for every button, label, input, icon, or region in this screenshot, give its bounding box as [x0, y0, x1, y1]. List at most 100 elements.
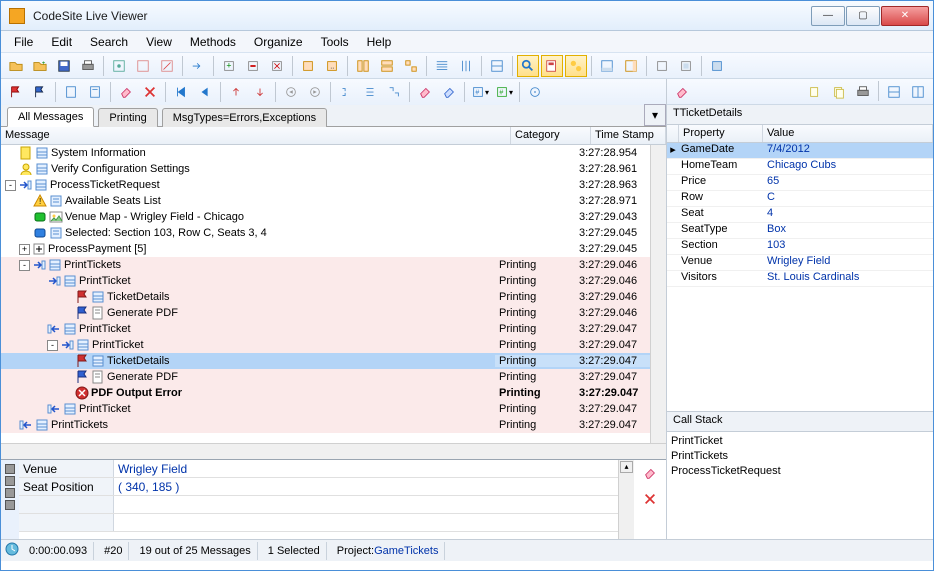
goto-prev-icon[interactable] — [280, 81, 302, 103]
inspector-row[interactable]: HomeTeamChicago Cubs — [667, 159, 933, 175]
delete-icon[interactable] — [266, 55, 288, 77]
tab-msgtypes-errors-exceptions[interactable]: MsgTypes=Errors,Exceptions — [162, 108, 327, 127]
inspector-row[interactable]: ▸GameDate7/4/2012 — [667, 143, 933, 159]
folder-plus-icon[interactable]: + — [29, 55, 51, 77]
menu-edit[interactable]: Edit — [44, 33, 79, 51]
erase-icon[interactable] — [115, 81, 137, 103]
horizontal-scrollbar[interactable] — [1, 443, 666, 459]
message-list[interactable]: System Information3:27:28.954Verify Conf… — [1, 145, 650, 443]
minimize-button[interactable]: — — [811, 6, 845, 26]
step-out-icon[interactable] — [225, 81, 247, 103]
menu-methods[interactable]: Methods — [183, 33, 243, 51]
view-detail-icon[interactable] — [486, 55, 508, 77]
bottom-prop-row[interactable]: VenueWrigley Field — [19, 460, 618, 478]
tools1-icon[interactable] — [651, 55, 673, 77]
target-icon[interactable] — [524, 81, 546, 103]
bookmark-icon[interactable] — [60, 81, 82, 103]
view-columns-icon[interactable] — [455, 55, 477, 77]
menu-file[interactable]: File — [7, 33, 40, 51]
tools2-icon[interactable] — [675, 55, 697, 77]
bottom-erase-icon[interactable] — [639, 462, 661, 484]
callstack-item[interactable]: ProcessTicketRequest — [671, 464, 929, 479]
bottom-delete-icon[interactable] — [639, 488, 661, 510]
insp-print-icon[interactable] — [852, 81, 874, 103]
inspector-row[interactable]: Seat4 — [667, 207, 933, 223]
led-2[interactable] — [5, 476, 15, 486]
button-c-icon[interactable] — [156, 55, 178, 77]
flag-blue-icon[interactable] — [29, 81, 51, 103]
add-icon[interactable]: + — [218, 55, 240, 77]
bottom-scrollbar[interactable]: ▴ — [618, 460, 634, 539]
maximize-button[interactable]: ▢ — [846, 6, 880, 26]
inspector-grid[interactable]: ▸GameDate7/4/2012HomeTeamChicago CubsPri… — [667, 143, 933, 411]
button-a-icon[interactable] — [108, 55, 130, 77]
open-icon[interactable] — [5, 55, 27, 77]
message-row[interactable]: +ProcessPayment [5]3:27:29.045 — [1, 241, 650, 257]
property-column[interactable]: Property — [679, 125, 763, 142]
step-in-icon[interactable] — [249, 81, 271, 103]
message-row[interactable]: PrintTicketPrinting3:27:29.047 — [1, 321, 650, 337]
column-timestamp[interactable]: Time Stamp — [591, 127, 666, 144]
expand-toggle[interactable]: + — [19, 244, 30, 255]
message-row[interactable]: Selected: Section 103, Row C, Seats 3, 4… — [1, 225, 650, 241]
message-row[interactable]: Generate PDFPrinting3:27:29.047 — [1, 369, 650, 385]
search-icon[interactable] — [517, 55, 539, 77]
flag-red-icon[interactable] — [5, 81, 27, 103]
inspector-row[interactable]: Section103 — [667, 239, 933, 255]
expand-toggle[interactable]: - — [5, 180, 16, 191]
message-row[interactable]: -ProcessTicketRequest3:27:28.963 — [1, 177, 650, 193]
organize3-icon[interactable] — [400, 55, 422, 77]
callstack-item[interactable]: PrintTickets — [671, 449, 929, 464]
message-row[interactable]: PrintTicketPrinting3:27:29.046 — [1, 273, 650, 289]
cancel-icon[interactable] — [139, 81, 161, 103]
button-b-icon[interactable] — [132, 55, 154, 77]
message-row[interactable]: Venue Map - Wrigley Field - Chicago3:27:… — [1, 209, 650, 225]
menu-help[interactable]: Help — [360, 33, 399, 51]
layout2-icon[interactable] — [907, 81, 929, 103]
nav-first-icon[interactable] — [170, 81, 192, 103]
menu-organize[interactable]: Organize — [247, 33, 310, 51]
bookmark2-icon[interactable] — [84, 81, 106, 103]
callstack-item[interactable]: PrintTicket — [671, 434, 929, 449]
method-enter-icon[interactable] — [187, 55, 209, 77]
inspector-row[interactable]: VenueWrigley Field — [667, 255, 933, 271]
erase3-icon[interactable] — [438, 81, 460, 103]
message-row[interactable]: PDF Output ErrorPrinting3:27:29.047 — [1, 385, 650, 401]
copy-icon[interactable] — [804, 81, 826, 103]
message-row[interactable]: PrintTicketsPrinting3:27:29.047 — [1, 417, 650, 433]
link-icon[interactable] — [565, 55, 587, 77]
filter2-icon[interactable]: #▾ — [493, 81, 515, 103]
save-icon[interactable] — [53, 55, 75, 77]
tree-collapse-icon[interactable] — [335, 81, 357, 103]
expand-toggle[interactable]: - — [47, 340, 58, 351]
callstack-list[interactable]: PrintTicketPrintTicketsProcessTicketRequ… — [667, 432, 933, 539]
menu-search[interactable]: Search — [83, 33, 135, 51]
column-message[interactable]: Message — [1, 127, 511, 144]
tab-printing[interactable]: Printing — [98, 108, 157, 127]
message-row[interactable]: System Information3:27:28.954 — [1, 145, 650, 161]
message-row[interactable]: PrintTicketPrinting3:27:29.047 — [1, 401, 650, 417]
expand-icon[interactable]: .. — [321, 55, 343, 77]
organize2-icon[interactable] — [376, 55, 398, 77]
menu-view[interactable]: View — [139, 33, 179, 51]
message-row[interactable]: !Available Seats List3:27:28.971 — [1, 193, 650, 209]
column-category[interactable]: Category — [511, 127, 591, 144]
led-3[interactable] — [5, 488, 15, 498]
vertical-scrollbar[interactable] — [650, 145, 666, 443]
led-1[interactable] — [5, 464, 15, 474]
layout1-icon[interactable] — [883, 81, 905, 103]
organize1-icon[interactable] — [352, 55, 374, 77]
tree-expand-icon[interactable] — [359, 81, 381, 103]
message-row[interactable]: TicketDetailsPrinting3:27:29.047 — [1, 353, 650, 369]
message-row[interactable]: -PrintTicketsPrinting3:27:29.046 — [1, 257, 650, 273]
inspector-row[interactable]: VisitorsSt. Louis Cardinals — [667, 271, 933, 287]
erase2-icon[interactable] — [414, 81, 436, 103]
inspector-row[interactable]: RowC — [667, 191, 933, 207]
copy2-icon[interactable] — [828, 81, 850, 103]
highlight-icon[interactable] — [541, 55, 563, 77]
tab-dropdown-icon[interactable]: ▾ — [644, 104, 666, 126]
panel-bottom-icon[interactable] — [596, 55, 618, 77]
remove-icon[interactable] — [242, 55, 264, 77]
close-button[interactable]: ✕ — [881, 6, 929, 26]
value-column[interactable]: Value — [763, 125, 933, 142]
